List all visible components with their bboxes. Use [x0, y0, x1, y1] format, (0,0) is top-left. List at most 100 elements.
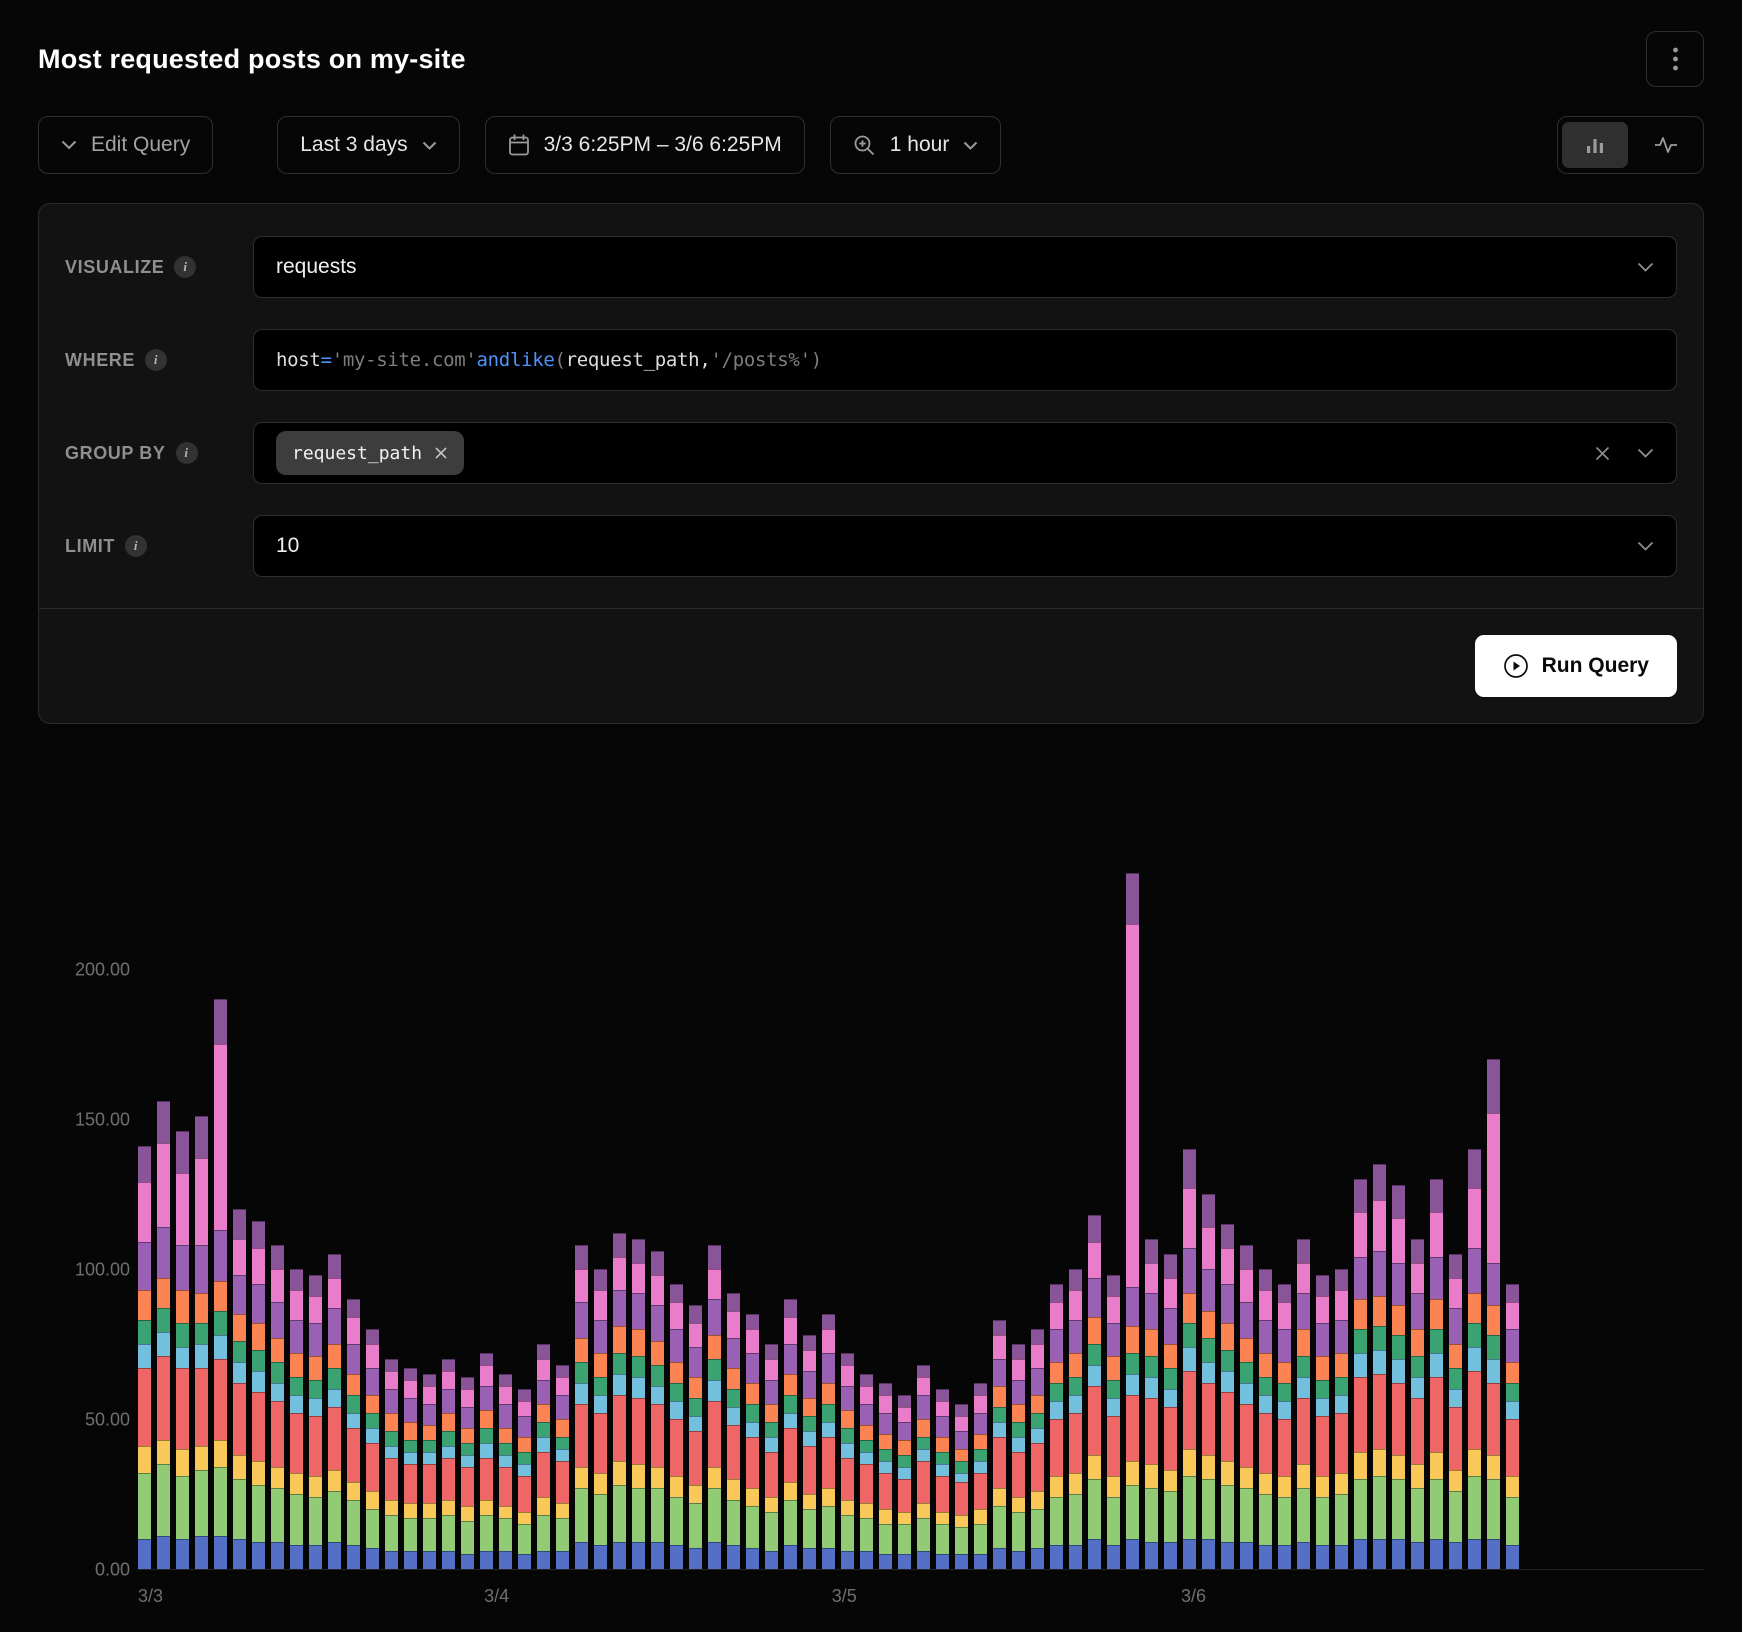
chart-bar[interactable]	[1411, 1239, 1424, 1569]
chart-bar[interactable]	[1183, 1149, 1196, 1569]
chart-bar[interactable]	[1316, 1275, 1329, 1569]
info-icon[interactable]: i	[125, 535, 147, 557]
chart-bar[interactable]	[537, 1344, 550, 1569]
chart-bar[interactable]	[1069, 1269, 1082, 1569]
bar-segment	[1240, 1338, 1253, 1362]
run-query-button[interactable]: Run Query	[1475, 635, 1677, 697]
chart-bar[interactable]	[1202, 1194, 1215, 1569]
chart-bar[interactable]	[442, 1359, 455, 1569]
where-token: like	[510, 349, 555, 371]
stacked-bars[interactable]	[138, 873, 1519, 1569]
where-input[interactable]: host = 'my-site.com' and like(request_pa…	[253, 329, 1677, 391]
chart-bar[interactable]	[176, 1131, 189, 1569]
chart-bar[interactable]	[252, 1221, 265, 1569]
chart-bar[interactable]	[1354, 1179, 1367, 1569]
chart-bar[interactable]	[765, 1344, 778, 1569]
clear-group-by-icon[interactable]	[1594, 445, 1611, 462]
y-axis-labels: 0.0050.00100.00150.00200.00	[38, 850, 138, 1570]
info-icon[interactable]: i	[145, 349, 167, 371]
chart-bar[interactable]	[309, 1275, 322, 1569]
chart-bar[interactable]	[195, 1116, 208, 1569]
chart-bar[interactable]	[461, 1377, 474, 1569]
chart-bar[interactable]	[917, 1365, 930, 1569]
chart-bar[interactable]	[974, 1383, 987, 1569]
chart-bar[interactable]	[1145, 1239, 1158, 1569]
chart-bar[interactable]	[1012, 1344, 1025, 1569]
chart-bar[interactable]	[138, 1146, 151, 1569]
chart-bar[interactable]	[1487, 1059, 1500, 1569]
range-preset-dropdown[interactable]: Last 3 days	[277, 116, 459, 174]
chart-bar[interactable]	[955, 1404, 968, 1569]
group-by-select[interactable]: request_path	[253, 422, 1677, 484]
chart-bar[interactable]	[157, 1101, 170, 1569]
chart-bar[interactable]	[480, 1353, 493, 1569]
bar-segment	[746, 1404, 759, 1422]
info-icon[interactable]: i	[176, 442, 198, 464]
chart-bar[interactable]	[1392, 1185, 1405, 1569]
chart-bar[interactable]	[936, 1389, 949, 1569]
chart-bar[interactable]	[575, 1245, 588, 1569]
chart-bar[interactable]	[727, 1293, 740, 1569]
chart-bar[interactable]	[1240, 1245, 1253, 1569]
bar-segment	[632, 1356, 645, 1377]
bar-segment	[480, 1365, 493, 1386]
chart-bar[interactable]	[1297, 1239, 1310, 1569]
bar-chart-toggle-button[interactable]	[1562, 122, 1628, 168]
chart-bar[interactable]	[366, 1329, 379, 1569]
chart-bar[interactable]	[1126, 873, 1139, 1569]
kebab-menu-button[interactable]	[1646, 31, 1704, 87]
edit-query-button[interactable]: Edit Query	[38, 116, 213, 174]
chart-bar[interactable]	[670, 1284, 683, 1569]
chart-bar[interactable]	[404, 1368, 417, 1569]
chart-bar[interactable]	[1107, 1275, 1120, 1569]
chart-bar[interactable]	[1468, 1149, 1481, 1569]
chart-bar[interactable]	[328, 1254, 341, 1569]
chart-bar[interactable]	[1221, 1224, 1234, 1569]
chart-bar[interactable]	[784, 1299, 797, 1569]
chart-bar[interactable]	[214, 999, 227, 1569]
chart-bar[interactable]	[860, 1374, 873, 1569]
chart-bar[interactable]	[556, 1365, 569, 1569]
line-chart-toggle-button[interactable]	[1633, 122, 1699, 168]
date-range-picker[interactable]: 3/3 6:25PM – 3/6 6:25PM	[485, 116, 805, 174]
chart-bar[interactable]	[898, 1395, 911, 1569]
group-by-chip[interactable]: request_path	[276, 431, 464, 475]
chart-bar[interactable]	[1050, 1284, 1063, 1569]
limit-select[interactable]: 10	[253, 515, 1677, 577]
chart-bar[interactable]	[271, 1245, 284, 1569]
chart-bar[interactable]	[746, 1314, 759, 1569]
chart-bar[interactable]	[1430, 1179, 1443, 1569]
chart-bar[interactable]	[708, 1245, 721, 1569]
chart-bar[interactable]	[1449, 1254, 1462, 1569]
info-icon[interactable]: i	[174, 256, 196, 278]
chart-bar[interactable]	[632, 1239, 645, 1569]
chart-bar[interactable]	[613, 1233, 626, 1569]
chart-bar[interactable]	[1335, 1269, 1348, 1569]
chart-bar[interactable]	[594, 1269, 607, 1569]
chart-bar[interactable]	[1164, 1254, 1177, 1569]
chart-bar[interactable]	[803, 1335, 816, 1569]
chart-bar[interactable]	[423, 1374, 436, 1569]
chart-bar[interactable]	[1088, 1215, 1101, 1569]
chart-bar[interactable]	[499, 1374, 512, 1569]
chart-bar[interactable]	[233, 1209, 246, 1569]
chart-bar[interactable]	[879, 1383, 892, 1569]
chart-bar[interactable]	[651, 1251, 664, 1569]
requests-chart[interactable]: 0.0050.00100.00150.00200.00 3/33/43/53/6	[38, 850, 1704, 1612]
chart-bar[interactable]	[993, 1320, 1006, 1569]
chart-bar[interactable]	[822, 1314, 835, 1569]
chart-bar[interactable]	[689, 1305, 702, 1569]
chart-bar[interactable]	[518, 1389, 531, 1569]
chart-bar[interactable]	[841, 1353, 854, 1569]
chart-bar[interactable]	[1259, 1269, 1272, 1569]
chart-bar[interactable]	[1373, 1164, 1386, 1569]
chip-remove-icon[interactable]	[434, 446, 448, 460]
chart-bar[interactable]	[1031, 1329, 1044, 1569]
granularity-dropdown[interactable]: 1 hour	[830, 116, 1002, 174]
chart-bar[interactable]	[385, 1359, 398, 1569]
chart-bar[interactable]	[290, 1269, 303, 1569]
chart-bar[interactable]	[1506, 1284, 1519, 1569]
chart-bar[interactable]	[347, 1299, 360, 1569]
chart-bar[interactable]	[1278, 1284, 1291, 1569]
visualize-select[interactable]: requests	[253, 236, 1677, 298]
